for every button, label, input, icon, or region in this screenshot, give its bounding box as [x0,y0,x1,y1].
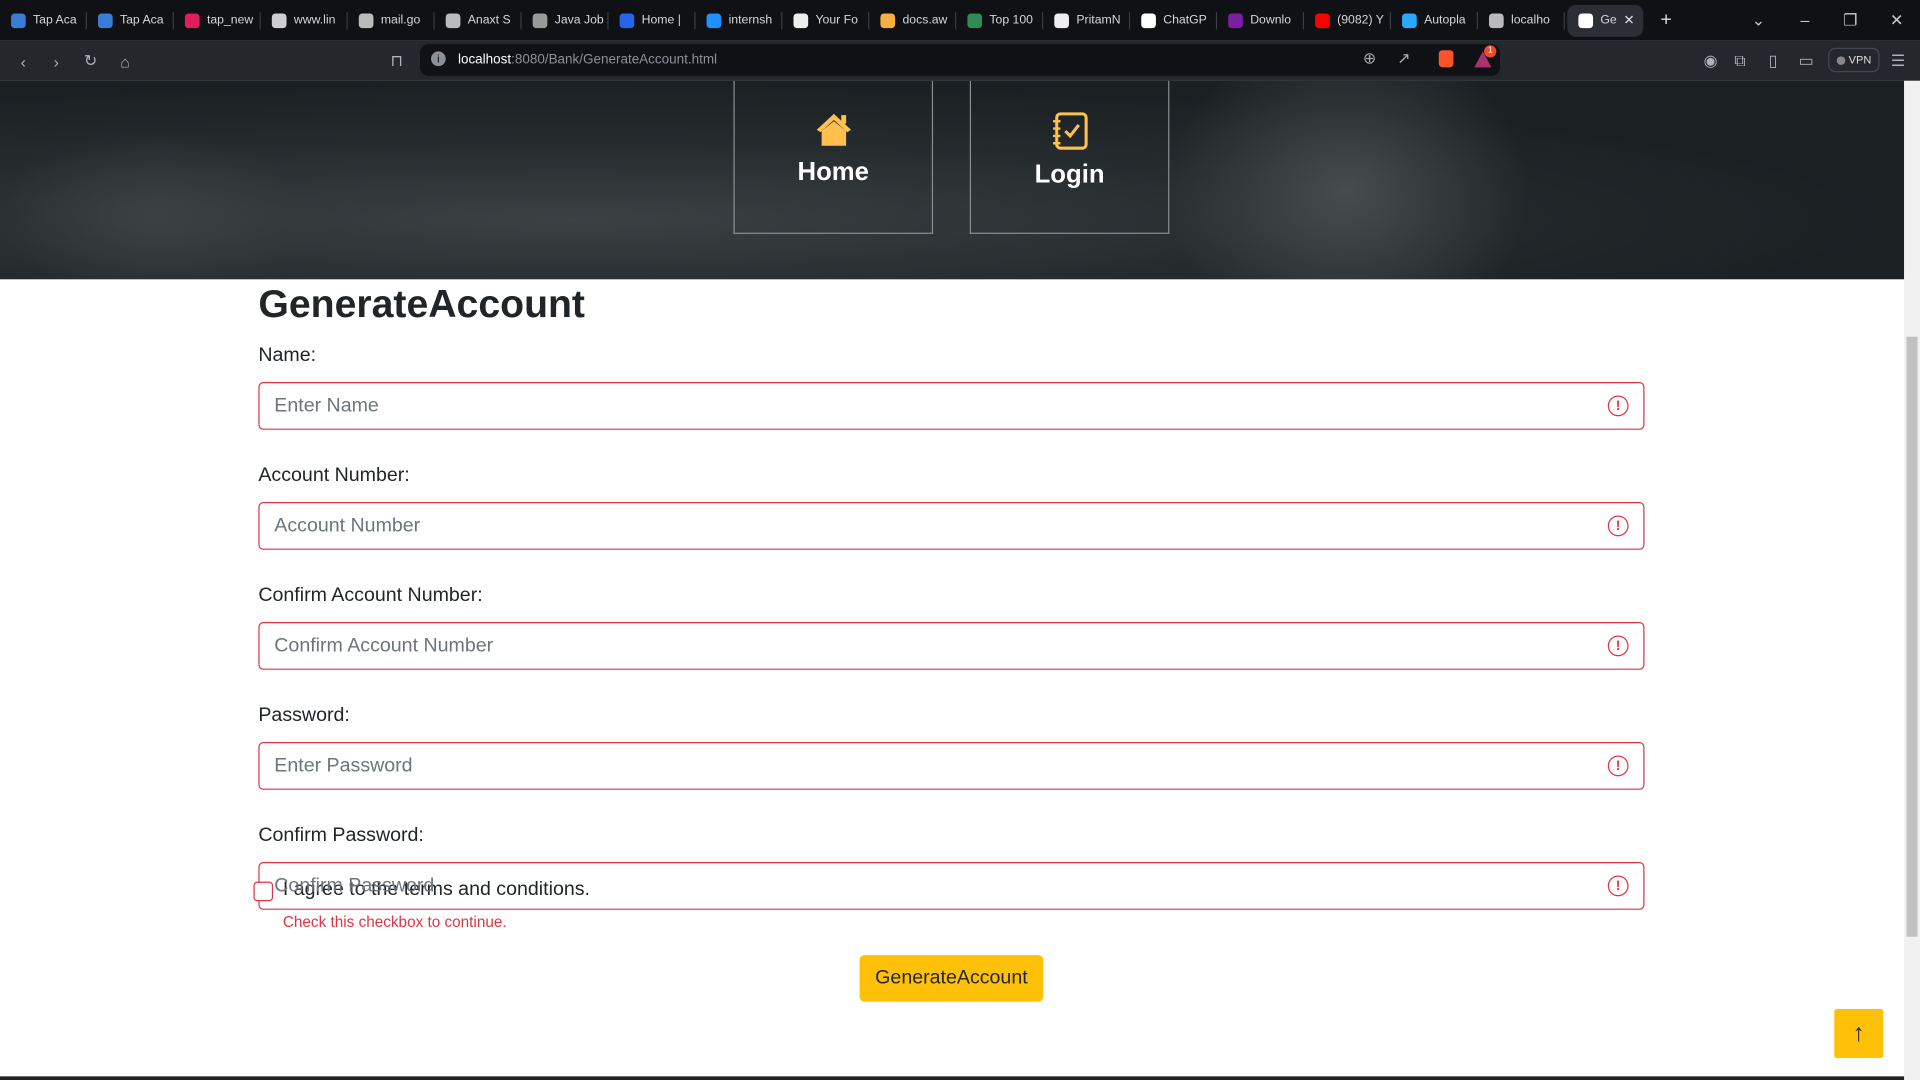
hero-banner: Home Login [0,80,1905,280]
name-input[interactable] [274,383,1608,429]
tab-favicon-icon [1228,12,1243,28]
tab-favicon-icon [1488,12,1504,28]
terms-checkbox[interactable] [253,881,274,902]
tab-favicon-icon [358,12,374,28]
confirm-password-field-wrapper: Confirm Password ! [258,862,1645,910]
tab-favicon-icon [706,12,722,28]
browser-tab[interactable]: mail.go [348,4,435,36]
notification-badge: 1 [1484,45,1497,58]
tab-favicon-icon [1141,12,1156,28]
tab-favicon-icon [619,12,635,28]
scroll-to-top-button[interactable]: ↑ [1834,1008,1884,1058]
page-title: GenerateAccount [258,281,585,326]
confirm-account-number-input[interactable] [274,623,1608,669]
tab-favicon-icon [880,12,896,28]
bookmark-icon[interactable]: ⊓ [386,50,408,72]
browser-tab[interactable]: Top 100 [956,4,1044,36]
nav-home[interactable]: Home [733,80,934,234]
password-field-wrapper: Enter Password ! [258,742,1645,790]
confirm-account-number-field-wrapper: Confirm Account Number ! [258,622,1645,670]
tab-favicon-icon [532,12,548,28]
address-bar[interactable]: i localhost:8080/Bank/GenerateAccount.ht… [420,44,1501,76]
browser-tab[interactable]: docs.aw [869,4,957,36]
tab-favicon-icon [1402,12,1417,28]
arrow-up-icon: ↑ [1852,1019,1865,1047]
extensions-puzzle-icon[interactable]: ⧉ [1729,50,1751,72]
minimize-button[interactable]: – [1783,0,1827,40]
back-icon[interactable]: ‹ [12,50,34,72]
tab-favicon-icon [11,12,26,28]
account-number-input[interactable] [274,503,1608,549]
brave-shields-icon[interactable] [1438,50,1454,68]
browser-tab[interactable]: internsh [696,4,783,36]
password-input[interactable] [274,743,1608,789]
reload-icon[interactable]: ↻ [80,50,102,72]
forward-icon[interactable]: › [45,50,67,72]
tab-favicon-icon [271,12,287,28]
tab-favicon-icon [1054,12,1069,28]
scrollbar-thumb[interactable] [1906,336,1918,937]
extension-icon[interactable]: ◉ [1700,50,1722,72]
invalid-icon: ! [1607,755,1629,777]
close-tab-icon[interactable]: ✕ [1623,12,1634,28]
browser-tab[interactable]: Downlo [1217,4,1305,36]
invalid-icon: ! [1607,875,1629,897]
invalid-icon: ! [1607,635,1629,657]
generate-account-form: GenerateAccount Name: Enter Name ! Accou… [258,279,1645,910]
browser-tab[interactable]: ChatGP [1130,4,1218,36]
generate-account-button[interactable]: GenerateAccount [859,955,1044,1002]
browser-tab[interactable]: (9082) Y [1304,4,1392,36]
tab-favicon-icon [184,12,200,28]
confirm-password-input[interactable] [274,863,1608,909]
browser-tab[interactable]: www.lin [261,4,348,36]
browser-tab[interactable]: tap_new [174,4,261,36]
tab-bar: Tap Aca Tap Aca tap_new www.lin mail.go Anaxt… [0,0,1920,41]
site-info-icon[interactable]: i [431,51,446,67]
name-field-wrapper: Enter Name ! [258,382,1645,430]
confirm-password-label: Confirm Password: [258,825,424,847]
nav-login[interactable]: Login [969,80,1170,234]
browser-tab[interactable]: Your Fo [782,4,870,36]
password-label: Password: [258,705,350,727]
close-window-button[interactable]: ✕ [1875,0,1919,40]
confirm-account-number-label: Confirm Account Number: [258,585,483,607]
browser-tab[interactable]: Java Job [522,4,609,36]
browser-tab-active[interactable]: Ge ✕ [1567,4,1644,37]
invalid-icon: ! [1607,395,1629,417]
bottom-edge [0,1076,1905,1080]
invalid-icon: ! [1607,515,1629,537]
tab-favicon-icon [1315,12,1330,28]
browser-tab[interactable]: Anaxt S [435,4,522,36]
new-tab-button[interactable]: + [1660,9,1671,31]
browser-tab[interactable]: localho [1478,4,1565,36]
share-icon[interactable]: ↗ [1397,49,1410,69]
sidebar-icon[interactable]: ▯ [1762,50,1784,72]
browser-tab[interactable]: Tap Aca [0,4,87,36]
tab-list-chevron-icon[interactable]: ⌄ [1736,0,1780,40]
account-number-label: Account Number: [258,465,410,487]
browser-tab[interactable]: Home | [609,4,696,36]
menu-icon[interactable]: ☰ [1887,50,1909,72]
home-icon [816,113,851,146]
zoom-icon[interactable]: ⊕ [1363,49,1376,69]
browser-toolbar: ‹ › ↻ ⌂ ⊓ i localhost:8080/Bank/Generate… [0,40,1920,81]
checklist-icon [1052,112,1088,150]
tab-favicon-icon [445,12,461,28]
wallet-icon[interactable]: ▭ [1795,50,1817,72]
name-label: Name: [258,345,317,367]
account-number-field-wrapper: Account Number ! [258,502,1645,550]
home-icon[interactable]: ⌂ [114,50,136,72]
browser-tab[interactable]: PritamN [1043,4,1131,36]
tab-favicon-icon [1578,12,1594,28]
browser-tab[interactable]: Tap Aca [87,4,174,36]
tab-favicon-icon [793,12,809,28]
vpn-button[interactable]: VPN [1828,47,1880,73]
tab-favicon-icon [97,12,113,28]
terms-error: Check this checkbox to continue. [282,913,507,931]
restore-button[interactable]: ❐ [1828,0,1872,40]
tab-favicon-icon [967,12,983,28]
browser-tab[interactable]: Autopla [1391,4,1478,36]
